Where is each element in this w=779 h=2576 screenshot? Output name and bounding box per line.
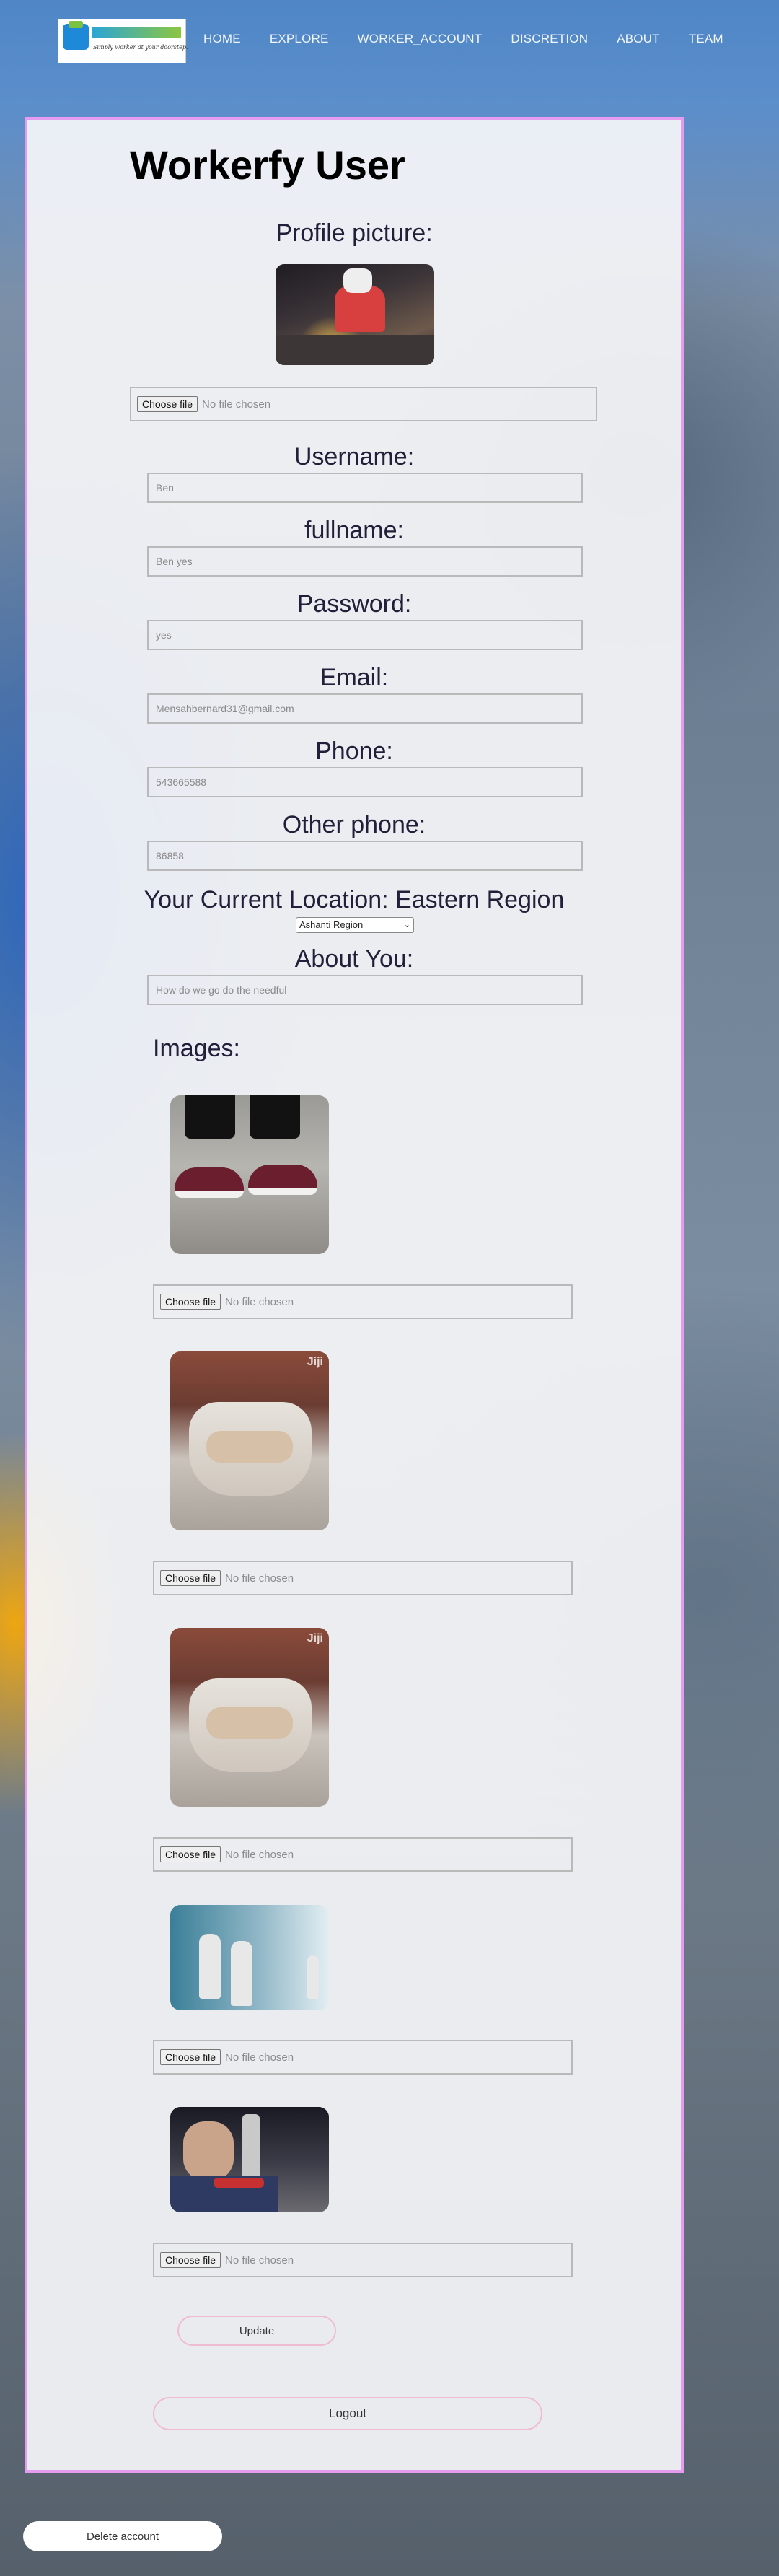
about-field[interactable] xyxy=(147,975,583,1005)
gallery-image-5 xyxy=(170,2107,329,2212)
choose-file-button[interactable]: Choose file xyxy=(137,396,198,412)
gallery-image-1 xyxy=(170,1095,329,1254)
location-select-value: Ashanti Region xyxy=(299,919,364,930)
email-label: Email: xyxy=(320,664,389,691)
nav-link-home[interactable]: HOME xyxy=(203,32,241,46)
painter-figure xyxy=(199,1934,221,1999)
gallery-image-2: Jiji xyxy=(170,1351,329,1530)
username-label: Username: xyxy=(294,443,415,470)
gallery-image-4 xyxy=(170,1905,329,2010)
jiji-watermark: Jiji xyxy=(307,1632,323,1644)
welding-helmet xyxy=(343,268,372,293)
nav-link-team[interactable]: TEAM xyxy=(689,32,723,46)
other-phone-label: Other phone: xyxy=(282,811,426,838)
location-select[interactable]: Ashanti Region ⌄ xyxy=(296,917,414,933)
slip-on-shoe xyxy=(248,1165,317,1195)
top-navbar: Simply worker at your doorstep. HOME EXP… xyxy=(0,0,779,83)
file-status: No file chosen xyxy=(225,1572,294,1585)
email-field[interactable] xyxy=(147,693,583,724)
painter-figure xyxy=(231,1941,252,2006)
nav-link-worker-account[interactable]: WORKER_ACCOUNT xyxy=(358,32,483,46)
sneaker-strap xyxy=(206,1431,293,1463)
nav-link-explore[interactable]: EXPLORE xyxy=(270,32,329,46)
wrench xyxy=(214,2178,264,2188)
choose-file-button[interactable]: Choose file xyxy=(160,1570,221,1586)
file-status: No file chosen xyxy=(225,1295,294,1308)
file-status: No file chosen xyxy=(202,398,271,411)
trouser-leg xyxy=(185,1095,235,1139)
phone-label: Phone: xyxy=(315,737,393,765)
choose-file-button[interactable]: Choose file xyxy=(160,1846,221,1862)
profile-picture-file-input[interactable]: Choose file No file chosen xyxy=(130,387,597,421)
phone-field[interactable] xyxy=(147,767,583,797)
choose-file-button[interactable]: Choose file xyxy=(160,1294,221,1310)
gallery-file-input-4[interactable]: Choose file No file chosen xyxy=(153,2040,573,2075)
gallery-file-input-5[interactable]: Choose file No file chosen xyxy=(153,2243,573,2277)
current-location-label: Your Current Location: Eastern Region xyxy=(144,886,565,914)
workerfy-logo[interactable]: Simply worker at your doorstep. xyxy=(58,19,188,63)
username-field[interactable] xyxy=(147,473,583,503)
about-label: About You: xyxy=(294,945,414,973)
fullname-field[interactable] xyxy=(147,546,583,577)
update-button[interactable]: Update xyxy=(177,2316,336,2346)
logo-wordmark xyxy=(92,27,181,38)
password-field[interactable] xyxy=(147,620,583,650)
workbench xyxy=(276,335,434,365)
sneaker-strap xyxy=(206,1707,293,1739)
logout-button[interactable]: Logout xyxy=(153,2397,542,2430)
page-title: Workerfy User xyxy=(130,142,405,188)
profile-form-card: Workerfy User Profile picture: Choose fi… xyxy=(25,117,684,2473)
choose-file-button[interactable]: Choose file xyxy=(160,2049,221,2065)
trouser-leg xyxy=(250,1095,300,1139)
nav-link-about[interactable]: ABOUT xyxy=(617,32,660,46)
toolbox-icon xyxy=(63,21,89,50)
slip-on-shoe xyxy=(175,1167,244,1198)
gallery-file-input-2[interactable]: Choose file No file chosen xyxy=(153,1561,573,1595)
other-phone-field[interactable] xyxy=(147,841,583,871)
gallery-image-3: Jiji xyxy=(170,1628,329,1807)
gallery-file-input-3[interactable]: Choose file No file chosen xyxy=(153,1837,573,1872)
file-status: No file chosen xyxy=(225,2253,294,2266)
choose-file-button[interactable]: Choose file xyxy=(160,2252,221,2268)
nav-links: HOME EXPLORE WORKER_ACCOUNT DISCRETION A… xyxy=(203,32,723,46)
jiji-watermark: Jiji xyxy=(307,1356,323,1368)
plumber-figure xyxy=(183,2121,234,2181)
painter-figure xyxy=(307,1955,319,1999)
file-status: No file chosen xyxy=(225,2051,294,2064)
chevron-down-icon: ⌄ xyxy=(403,921,410,929)
fullname-label: fullname: xyxy=(304,517,404,544)
file-status: No file chosen xyxy=(225,1848,294,1861)
password-label: Password: xyxy=(296,590,412,618)
gallery-file-input-1[interactable]: Choose file No file chosen xyxy=(153,1284,573,1319)
nav-link-discretion[interactable]: DISCRETION xyxy=(511,32,588,46)
profile-picture xyxy=(276,264,434,365)
profile-picture-label: Profile picture: xyxy=(276,219,433,247)
logo-tagline: Simply worker at your doorstep. xyxy=(93,44,188,51)
delete-account-button[interactable]: Delete account xyxy=(23,2521,222,2551)
images-label: Images: xyxy=(153,1035,240,1062)
